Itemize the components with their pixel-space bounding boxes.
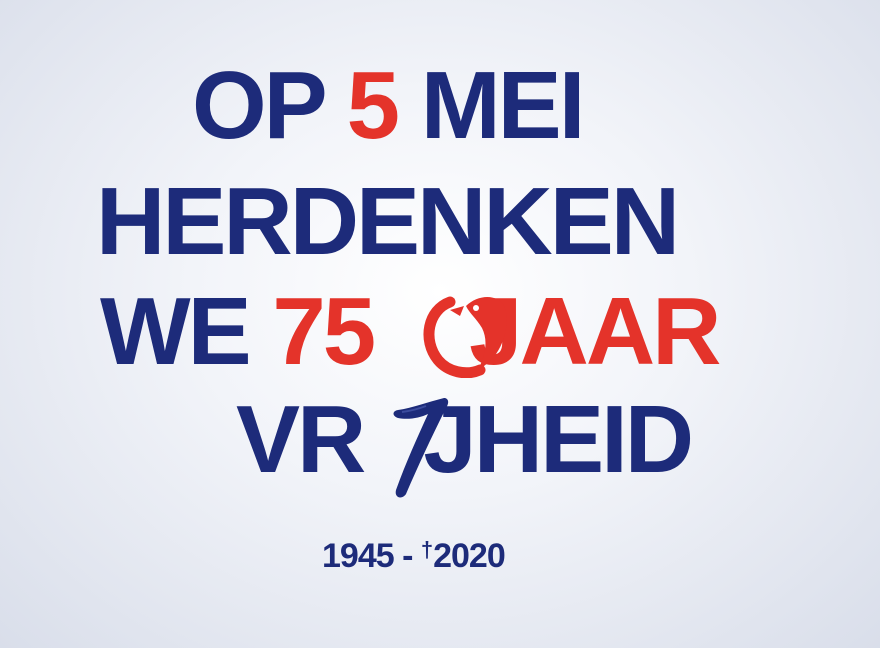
headline-date-number: 5 — [346, 52, 400, 159]
headline-line-1: OP 5 MEI — [192, 58, 585, 154]
headline-herdenken: HERDENKEN — [96, 168, 680, 275]
headline-line-3: WE 75 JAAR — [100, 284, 721, 380]
year-end: 2020 — [433, 537, 506, 575]
headline-line-2: HERDENKEN — [96, 174, 680, 270]
headline-jheid: JHEID — [423, 386, 694, 493]
brush-one-icon — [393, 398, 449, 498]
year-start: 1945 - — [322, 537, 413, 575]
dove-logo-icon — [423, 296, 507, 378]
commemoration-poster: OP 5 MEI HERDENKEN WE 75 JAAR VR JHEID 194… — [0, 0, 880, 648]
headline-years-number: 75 — [272, 278, 376, 385]
headline-line-4: VR JHEID — [236, 392, 694, 488]
year-range: 1945 - †2020 — [322, 536, 506, 576]
headline-mei: MEI — [397, 52, 586, 159]
dagger-symbol: † — [420, 537, 433, 562]
headline-we: WE — [100, 278, 273, 385]
headline-op: OP — [192, 52, 347, 159]
headline-vr: VR — [236, 386, 366, 493]
